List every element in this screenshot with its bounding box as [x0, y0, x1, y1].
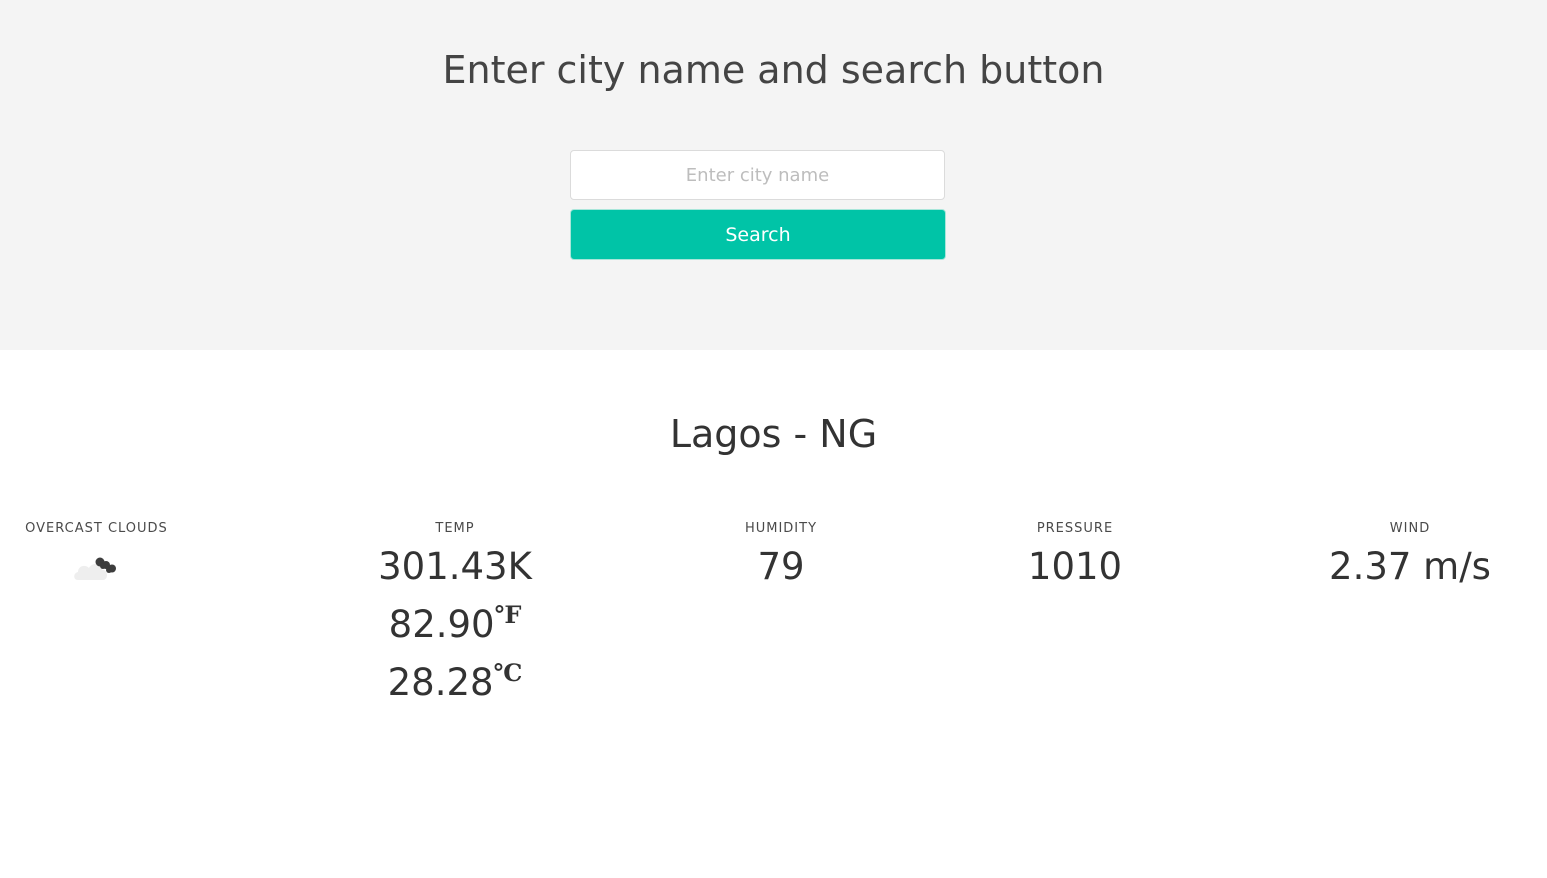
condition-label: OVERCAST CLOUDS: [25, 521, 168, 536]
temp-kelvin: 301.43K: [378, 545, 532, 588]
pressure-label: PRESSURE: [1036, 521, 1114, 536]
temp-celsius-value: 28.28: [387, 661, 494, 704]
wind-value: 2.37 m/s: [1329, 545, 1491, 588]
page-title: Enter city name and search button: [442, 48, 1105, 92]
overcast-clouds-icon: [73, 557, 116, 580]
temp-celsius: 28.28℃: [355, 654, 555, 712]
city-search-input[interactable]: [570, 150, 945, 200]
temp-label: TEMP: [435, 521, 475, 536]
search-section: Enter city name and search button Search: [0, 0, 1547, 350]
humidity-label: HUMIDITY: [744, 521, 818, 536]
fahrenheit-unit: ℉: [494, 600, 522, 629]
wind-label: WIND: [1389, 521, 1431, 536]
temperature-stat: TEMP 301.43K 82.90℉ 28.28℃: [355, 520, 555, 712]
pressure-value: 1010: [1027, 545, 1123, 588]
humidity-stat: HUMIDITY 79: [681, 520, 881, 596]
weather-condition: OVERCAST CLOUDS: [0, 520, 193, 582]
celsius-unit: ℃: [493, 658, 523, 687]
temp-fahrenheit-value: 82.90: [388, 603, 495, 646]
temp-fahrenheit: 82.90℉: [355, 596, 555, 654]
humidity-value: 79: [757, 545, 805, 588]
city-title: Lagos - NG: [669, 412, 878, 456]
pressure-stat: PRESSURE 1010: [975, 520, 1175, 596]
wind-stat: WIND 2.37 m/s: [1300, 520, 1520, 596]
search-button[interactable]: Search: [570, 209, 946, 260]
